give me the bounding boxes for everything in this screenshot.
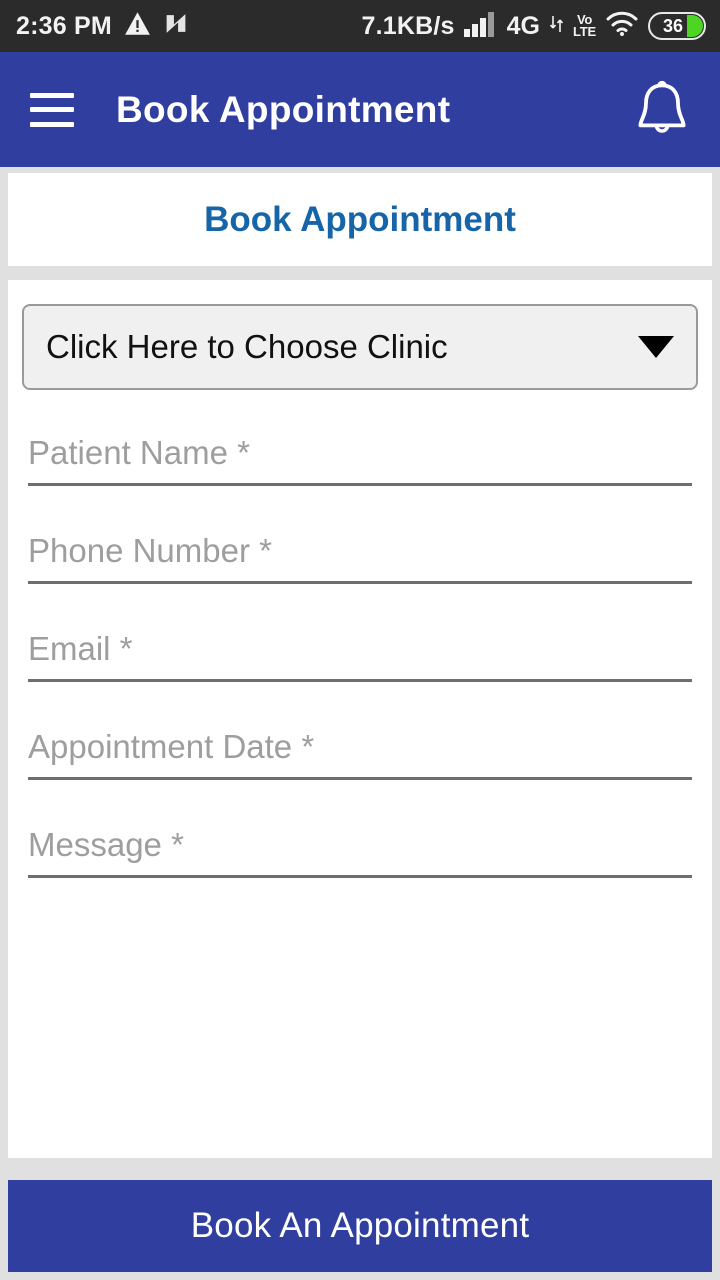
book-appointment-button-label: Book An Appointment — [190, 1206, 530, 1245]
page-header-card: Book Appointment — [8, 173, 712, 266]
clinic-select[interactable]: Click Here to Choose Clinic — [22, 304, 698, 390]
data-transfer-icon — [549, 14, 564, 39]
signal-bars-icon — [463, 11, 498, 42]
field-appointment-date: Appointment Date * — [28, 682, 692, 780]
book-appointment-button[interactable]: Book An Appointment — [8, 1180, 712, 1272]
warning-triangle-icon — [124, 11, 151, 41]
patient-name-input[interactable]: Patient Name * — [28, 434, 692, 486]
app-screen: 2:36 PM 7.1KB/s 4G Vo LTE 36 Book Appoin… — [0, 0, 720, 1280]
submit-bar: Book An Appointment — [0, 1158, 720, 1280]
appointment-form: Click Here to Choose Clinic Patient Name… — [8, 280, 712, 1158]
volte-line-2: LTE — [573, 24, 596, 39]
phone-number-input[interactable]: Phone Number * — [28, 532, 692, 584]
field-message: Message * — [28, 780, 692, 878]
field-patient-name: Patient Name * — [28, 390, 692, 486]
hamburger-menu-icon[interactable] — [30, 92, 74, 127]
network-type-label: 4G — [506, 11, 540, 40]
form-spacer — [8, 878, 712, 1158]
battery-icon: 36 — [648, 12, 706, 40]
field-email: Email * — [28, 584, 692, 682]
status-bar: 2:36 PM 7.1KB/s 4G Vo LTE 36 — [0, 0, 720, 52]
chevron-down-icon — [638, 336, 674, 358]
appointment-date-input[interactable]: Appointment Date * — [28, 728, 692, 780]
hamburger-bar-1 — [30, 92, 74, 98]
status-bar-left: 2:36 PM — [16, 11, 189, 41]
wifi-icon — [605, 11, 639, 42]
clinic-select-value: Click Here to Choose Clinic — [46, 328, 448, 365]
network-speed-label: 7.1KB/s — [361, 11, 455, 40]
page-title: Book Appointment — [204, 199, 516, 239]
app-bar: Book Appointment — [0, 52, 720, 167]
bell-icon[interactable] — [632, 77, 692, 143]
status-bar-right: 7.1KB/s 4G Vo LTE 36 — [362, 11, 706, 42]
email-input[interactable]: Email * — [28, 630, 692, 682]
nova-n-icon — [163, 11, 189, 41]
battery-level-label: 36 — [662, 15, 684, 36]
hamburger-bar-3 — [30, 121, 74, 127]
status-bar-clock: 2:36 PM — [16, 11, 112, 40]
clinic-select-wrapper: Click Here to Choose Clinic — [22, 304, 698, 390]
hamburger-bar-2 — [30, 107, 74, 112]
field-phone-number: Phone Number * — [28, 486, 692, 584]
app-bar-title: Book Appointment — [116, 88, 451, 130]
volte-icon: Vo LTE — [573, 12, 596, 39]
page-content: Book Appointment Click Here to Choose Cl… — [0, 167, 720, 1280]
message-input[interactable]: Message * — [28, 826, 692, 878]
